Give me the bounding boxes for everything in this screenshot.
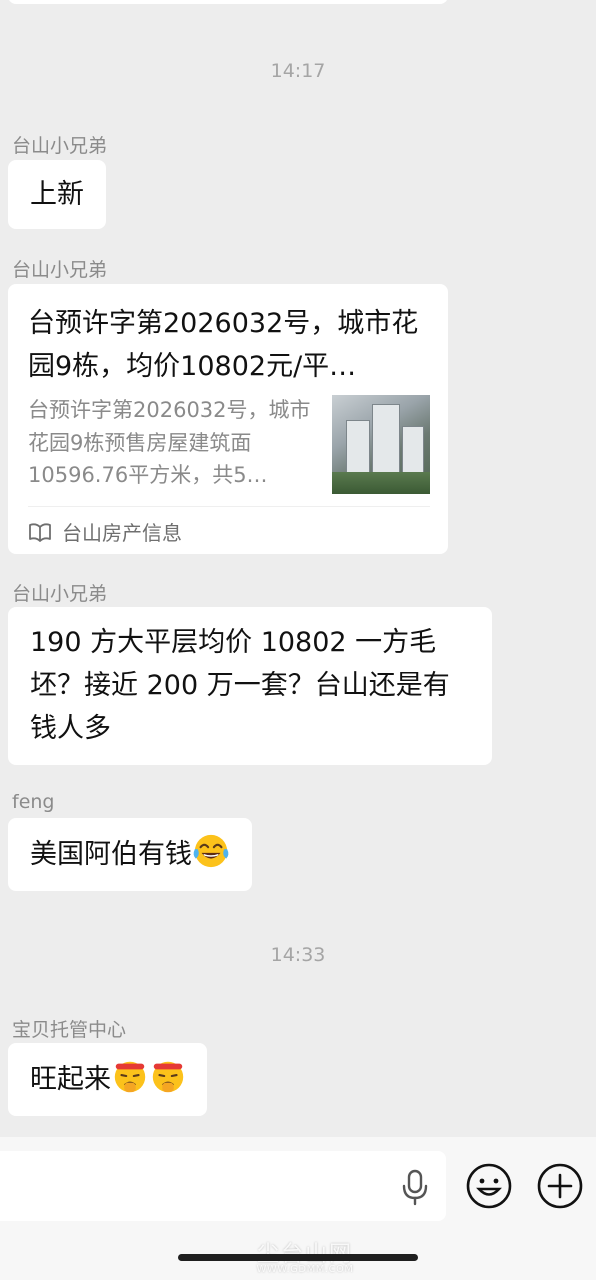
sender-name: feng [12,791,55,813]
card-thumbnail-image [331,395,430,494]
chat-screen: 14:17 台山小兄弟 上新 台山小兄弟 台预许字第2026032号，城市花园9… [0,0,596,1280]
sender-name: 台山小兄弟 [12,135,108,157]
message-bubble[interactable]: 美国阿伯有钱 [8,818,252,891]
link-card[interactable]: 台预许字第2026032号，城市花园9栋，均价10802元/平… 台预许字第20… [8,284,448,554]
book-open-icon [29,523,51,542]
timestamp: 14:17 [270,60,326,82]
smiley-icon[interactable] [465,1162,513,1210]
card-description: 台预许字第2026032号，城市花园9栋预售房屋建筑面10596.76平方米，共… [28,398,311,487]
card-divider [28,506,430,507]
message-bubble[interactable]: 上新 [8,160,106,229]
previous-message-bubble[interactable] [8,0,448,4]
sender-name: 宝贝托管中心 [12,1019,127,1041]
rich-face-emoji [152,1061,184,1093]
card-source-name: 台山房产信息 [62,521,182,545]
message-text: 美国阿伯有钱 [30,839,192,870]
message-bubble[interactable]: 190 方大平层均价 10802 一方毛坯？接近 200 万一套？台山还是有钱人… [8,607,492,765]
message-input[interactable] [0,1151,446,1221]
timestamp: 14:33 [270,944,326,966]
rich-face-emoji [114,1061,146,1093]
sender-name: 台山小兄弟 [12,259,108,281]
card-title: 台预许字第2026032号，城市花园9栋，均价10802元/平… [28,308,419,382]
message-text: 上新 [30,179,84,210]
watermark-url: WWW.GDMM.COM [256,1264,354,1275]
sender-name: 台山小兄弟 [12,583,108,605]
message-bubble[interactable]: 旺起来 [8,1043,207,1116]
microphone-icon[interactable] [400,1169,430,1207]
message-text: 190 方大平层均价 10802 一方毛坯？接近 200 万一套？台山还是有钱人… [30,627,450,744]
message-text: 旺起来 [30,1064,111,1095]
home-indicator[interactable] [178,1254,418,1261]
card-source[interactable]: 台山房产信息 [28,517,430,546]
plus-circle-icon[interactable] [536,1162,584,1210]
tears-of-joy-emoji [193,834,229,868]
